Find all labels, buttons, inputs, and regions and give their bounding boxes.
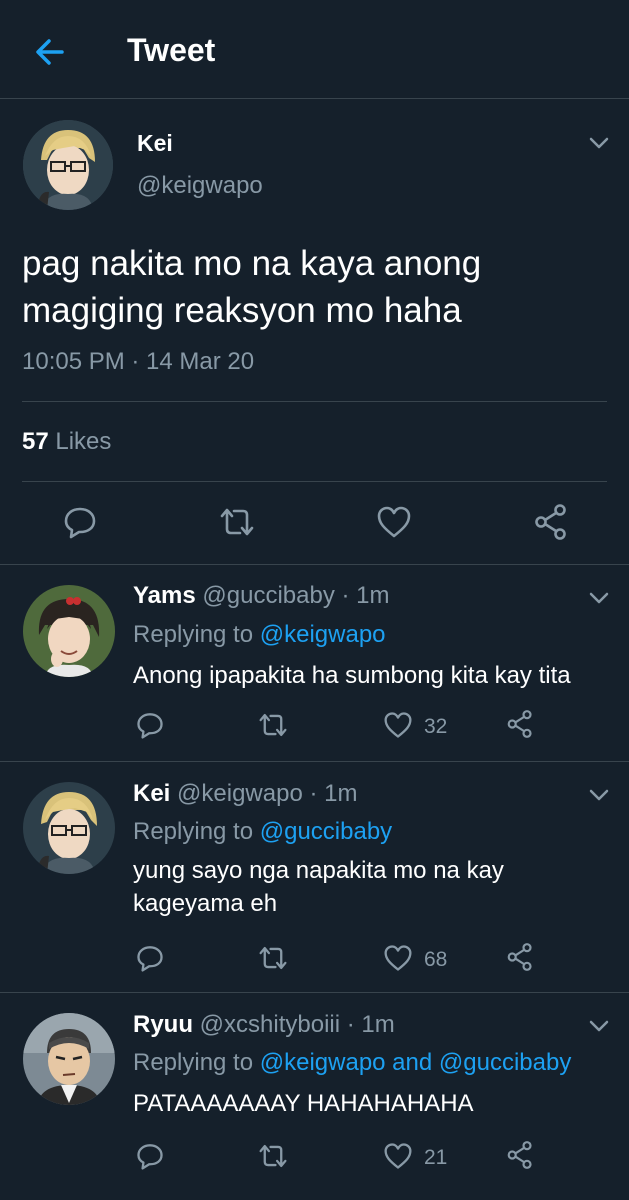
chevron-down-icon[interactable] [586, 782, 612, 808]
heart-icon[interactable] [383, 944, 413, 972]
reply-tweet[interactable]: Kei @keigwapo · 1m Replying to @guccibab… [0, 762, 629, 992]
like-count: 32 [424, 715, 448, 738]
replying-prefix: Replying to [133, 1049, 260, 1076]
replying-to-link[interactable]: @keigwapo [260, 621, 386, 648]
divider [22, 401, 607, 402]
avatar[interactable] [23, 585, 115, 677]
replying-prefix: Replying to [133, 818, 260, 845]
like-count: 68 [424, 948, 448, 971]
chevron-down-icon[interactable] [586, 585, 612, 611]
tweet-text-line: magiging reaksyon mo haha [22, 291, 462, 330]
tweet-text-line: pag nakita mo na kaya anong [22, 244, 482, 283]
likes-summary[interactable]: 57 Likes [22, 428, 111, 456]
reply-author-name[interactable]: Ryuu [133, 1011, 193, 1038]
retweet-icon[interactable] [257, 944, 289, 972]
retweet-icon[interactable] [257, 711, 289, 739]
avatar[interactable] [23, 782, 115, 874]
top-bar: Tweet [0, 0, 629, 99]
likes-count: 57 [22, 428, 49, 455]
retweet-icon[interactable] [218, 505, 256, 539]
reply-header: Ryuu @xcshityboiii · 1m [133, 1011, 395, 1039]
share-icon[interactable] [506, 1140, 534, 1170]
reply-meta: @guccibaby · 1m [202, 582, 390, 609]
replying-to: Replying to @keigwapo [133, 621, 386, 649]
share-icon[interactable] [506, 709, 534, 739]
avatar[interactable] [23, 120, 113, 210]
reply-text-line: kageyama eh [133, 890, 278, 917]
replying-to: Replying to @keigwapo and @guccibaby [133, 1049, 571, 1077]
reply-meta: @xcshityboiii · 1m [199, 1011, 395, 1038]
comment-icon[interactable] [63, 505, 97, 539]
chevron-down-icon[interactable] [586, 1013, 612, 1039]
replying-prefix: Replying to [133, 621, 260, 648]
chevron-down-icon[interactable] [586, 130, 612, 156]
retweet-icon[interactable] [257, 1142, 289, 1170]
reply-meta: @keigwapo · 1m [177, 780, 358, 807]
heart-icon[interactable] [383, 1142, 413, 1170]
reply-text: Anong ipapakita ha sumbong kita kay tita [133, 662, 571, 689]
replying-to-link[interactable]: @guccibaby [260, 818, 392, 845]
author-name[interactable]: Kei [137, 130, 173, 157]
share-icon[interactable] [533, 503, 569, 541]
heart-icon[interactable] [383, 711, 413, 739]
reply-author-name[interactable]: Kei [133, 780, 170, 807]
author-handle[interactable]: @keigwapo [137, 172, 263, 200]
tweet-timestamp[interactable]: 10:05 PM · 14 Mar 20 [22, 348, 254, 376]
arrow-left-icon[interactable] [30, 32, 70, 72]
reply-header: Yams @guccibaby · 1m [133, 582, 390, 610]
like-count: 21 [424, 1146, 448, 1169]
reply-text: PATAAAAAAAY HAHAHAHAHA [133, 1090, 474, 1117]
reply-text: yung sayo nga napakita mo na kay kageyam… [133, 854, 613, 920]
comment-icon[interactable] [136, 711, 164, 739]
reply-header: Kei @keigwapo · 1m [133, 780, 357, 808]
avatar[interactable] [23, 1013, 115, 1105]
reply-text-line: yung sayo nga napakita mo na kay [133, 857, 504, 884]
page-title: Tweet [127, 32, 216, 68]
replying-to-link[interactable]: @keigwapo and @guccibaby [260, 1049, 572, 1076]
reply-tweet[interactable]: Yams @guccibaby · 1m Replying to @keigwa… [0, 565, 629, 761]
replying-to: Replying to @guccibaby [133, 818, 392, 846]
heart-icon[interactable] [376, 505, 412, 539]
comment-icon[interactable] [136, 944, 164, 972]
share-icon[interactable] [506, 942, 534, 972]
divider [22, 481, 607, 482]
comment-icon[interactable] [136, 1142, 164, 1170]
reply-author-name[interactable]: Yams [133, 582, 196, 609]
tweet-text: pag nakita mo na kaya anong magiging rea… [22, 240, 612, 334]
likes-label: Likes [55, 428, 112, 455]
reply-tweet[interactable]: Ryuu @xcshityboiii · 1m Replying to @kei… [0, 993, 629, 1200]
